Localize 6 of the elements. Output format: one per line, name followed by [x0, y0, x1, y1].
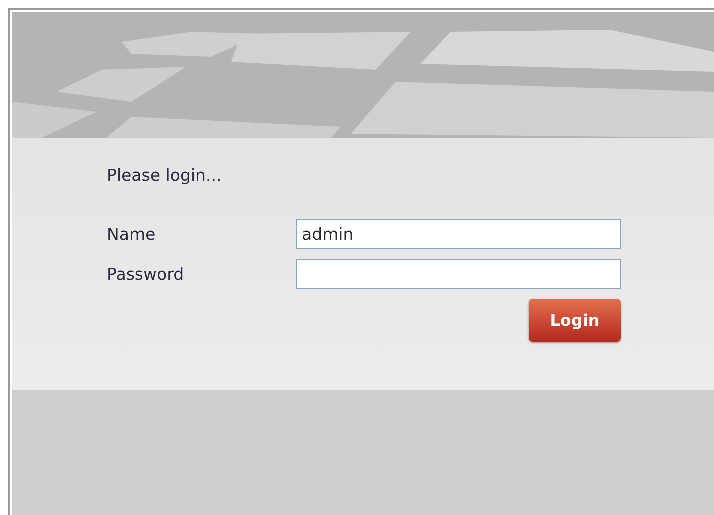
field-label: Name: [107, 224, 157, 244]
field-label: Password: [107, 264, 186, 284]
name-field[interactable]: admin: [296, 219, 621, 249]
form-heading: Please login...: [107, 166, 223, 185]
password-field[interactable]: [296, 259, 621, 289]
login-button[interactable]: Login: [529, 299, 621, 342]
